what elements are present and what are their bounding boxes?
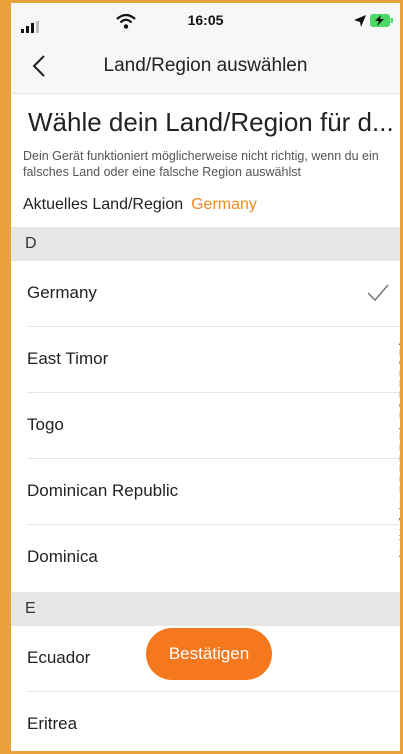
country-name: Dominican Republic [27,481,179,500]
warning-description: Dein Gerät funktioniert möglicherweise n… [23,149,379,179]
country-row-germany[interactable]: Germany [11,261,400,327]
index-letter[interactable]: Z [399,549,400,561]
current-region-label: Aktuelles Land/Region [23,196,184,213]
country-row-dominica[interactable]: Dominica [11,525,400,591]
navigation-bar: Land/Region auswählen [11,39,400,94]
country-name: East Timor [27,349,109,368]
location-battery-icon [354,14,393,27]
alphabet-index-bar[interactable]: ABCDEFGHJKLMNPRSTWXYZ [399,337,400,561]
page-title: Land/Region auswählen [103,55,308,76]
index-letter[interactable]: A [399,337,400,349]
checkmark-icon [367,284,389,302]
country-row-dominican-republic[interactable]: Dominican Republic [11,459,400,525]
country-name: Dominica [27,547,98,566]
section-letter: D [25,235,37,252]
country-name: Togo [27,415,64,434]
country-row-eritrea[interactable]: Eritrea [11,692,400,751]
current-region: Aktuelles Land/Region Germany [23,196,257,214]
country-name: Eritrea [27,714,78,733]
country-name: Ecuador [27,648,91,667]
page-edge-marker [0,425,10,435]
phone-screen: 16:05 Land/Region auswählen Wähle dein L… [11,3,400,751]
index-letter[interactable]: S [399,496,400,508]
index-letter[interactable]: L [399,443,400,455]
country-row-togo[interactable]: Togo [11,393,400,459]
current-region-value: Germany [191,196,257,213]
section-header-d: D [11,227,400,261]
section-header-e: E [11,592,400,626]
country-name: Germany [27,283,97,302]
section-letter: E [25,600,36,617]
index-letter[interactable]: F [399,390,400,402]
confirm-button[interactable]: Bestätigen [146,628,272,680]
status-bar: 16:05 [11,3,400,39]
country-row-east-timor[interactable]: East Timor [11,327,400,393]
selection-heading: Wähle dein Land/Region für d... [28,107,394,137]
